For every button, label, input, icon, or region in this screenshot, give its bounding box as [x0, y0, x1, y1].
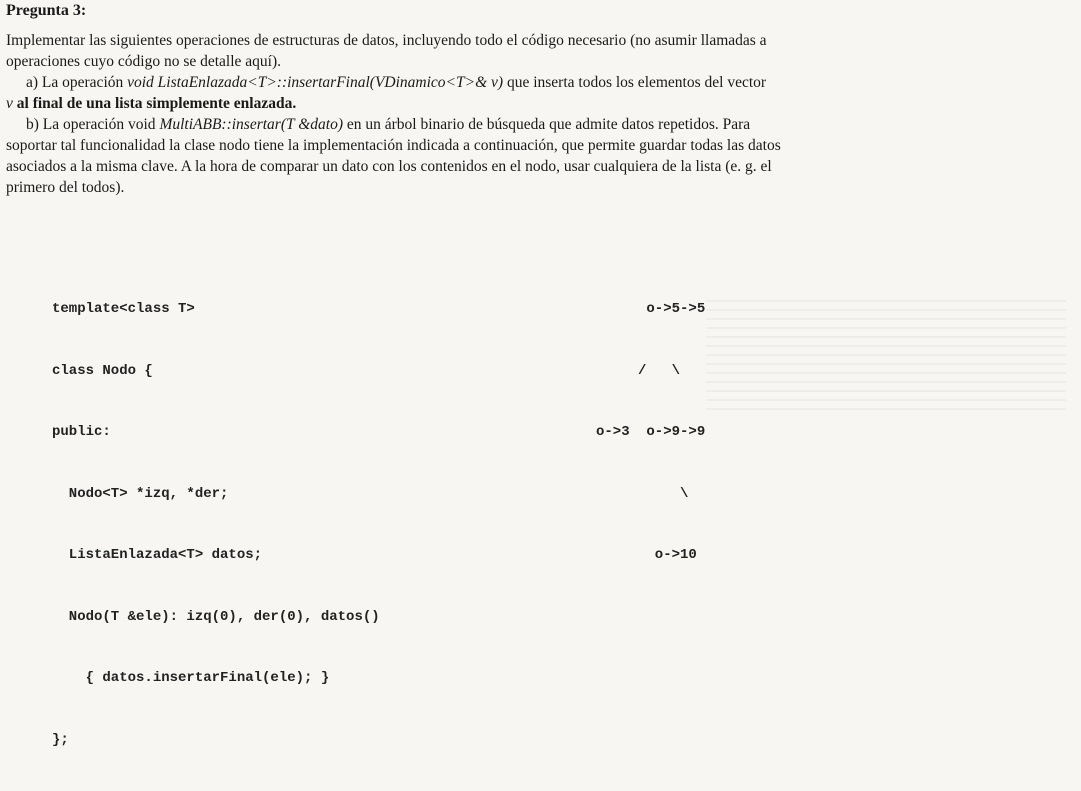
item-b-line-1: b) La operación void MultiABB::insertar(… [6, 114, 1081, 135]
code-line: class Nodo { [52, 362, 153, 379]
tree-line: o->3 o->9->9 [596, 424, 706, 440]
item-b-line-4: primero del todos). [6, 179, 125, 196]
tree-line: / \ [596, 362, 681, 379]
code-line: ListaEnlazada<T> datos; [52, 547, 263, 563]
item-b-suffix: en un árbol binario de búsqueda que admi… [343, 116, 751, 133]
code-line: Nodo<T> *izq, *der; [52, 485, 229, 502]
code-line: Nodo(T &ele): izq(0), der(0), datos() [52, 608, 380, 625]
code-block: template<class T> class Nodo { public: N… [52, 258, 380, 791]
question-heading: Pregunta 3: [6, 2, 87, 19]
tree-line: o->5->5 [596, 301, 706, 317]
intro-line-1: Implementar las siguientes operaciones d… [6, 32, 767, 49]
item-b-prefix: b) La operación void [26, 116, 160, 133]
code-line: { datos.insertarFinal(ele); } [52, 670, 330, 686]
item-a-line-2: v al final de una lista simplemente enla… [6, 93, 1068, 114]
item-a-var: v [6, 95, 13, 112]
item-a-signature: void ListaEnlazada<T>::insertarFinal(VDi… [127, 74, 504, 91]
item-a-suffix: que inserta todos los elementos del vect… [503, 74, 767, 91]
item-b-signature: MultiABB::insertar(T &dato) [159, 116, 343, 133]
tree-line: o->10 [596, 547, 697, 563]
code-line: }; [52, 731, 69, 748]
bleed-through-texture [706, 300, 1066, 410]
item-a-rest: al final de una lista simplemente enlaza… [12, 95, 297, 112]
item-a-prefix: a) La operación [26, 74, 128, 91]
item-a-line-1: a) La operación void ListaEnlazada<T>::i… [6, 72, 1081, 93]
item-b-line-3: asociados a la misma clave. A la hora de… [6, 158, 772, 175]
intro-line-2: operaciones cuyo código no se detalle aq… [6, 53, 282, 70]
tree-line: \ [596, 485, 689, 502]
code-line: public: [52, 424, 111, 440]
item-b-line-2: soportar tal funcionalidad la clase nodo… [6, 137, 781, 154]
tree-diagram: o->5->5 / \ o->3 o->9->9 \ o->10 [596, 258, 705, 607]
code-line: template<class T> [52, 301, 195, 317]
